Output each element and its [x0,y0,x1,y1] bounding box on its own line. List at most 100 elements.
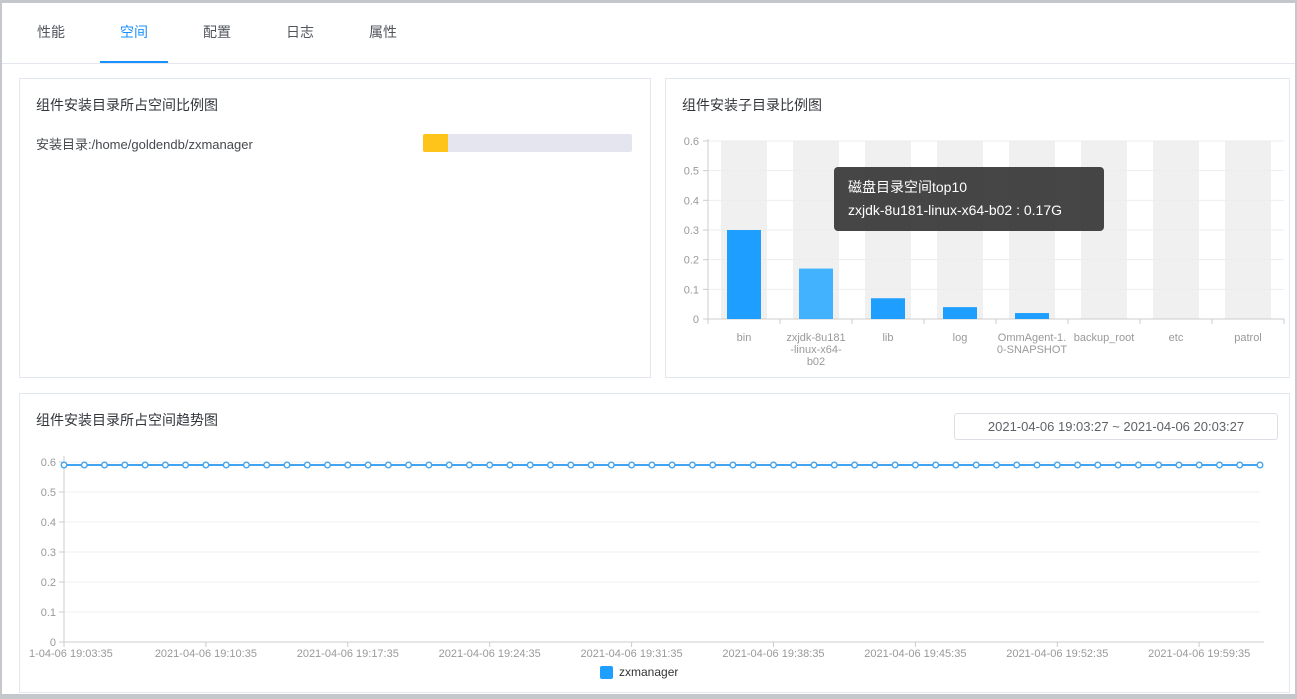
data-point-marker [405,461,413,469]
data-point-marker [445,461,453,469]
data-point-marker [161,461,169,469]
data-point-marker [1013,461,1021,469]
y-tick-label: 0.1 [41,607,56,619]
x-tick-label: 2021-04-06 19:38:35 [722,648,824,660]
data-point-marker [1195,461,1203,469]
data-point-marker [1215,461,1223,469]
data-point-marker [202,461,210,469]
x-category-label: lib [882,332,893,344]
trend-line-chart[interactable]: 00.10.20.30.40.50.61-04-06 19:03:35 2021-… [20,394,1290,693]
space-usage-progress-fill [423,134,449,152]
x-category-label: etc [1169,332,1184,344]
x-category-label: log [953,332,968,344]
data-point-marker [1074,461,1082,469]
subdir-bar-chart[interactable]: 0 0.1 0.2 0.3 0.4 0.5 0.6 bin zxjdk-8u181 -linux-… [666,79,1290,378]
legend-swatch [600,665,613,679]
bar [871,298,905,319]
data-point-marker [790,461,798,469]
tab-config[interactable]: 配置 [183,3,251,63]
y-tick-label: 0.6 [684,136,699,148]
data-point-marker [871,461,879,469]
data-point-marker [587,461,595,469]
data-point-marker [628,461,636,469]
x-category-label: patrol [1234,332,1262,344]
data-point-marker [830,461,838,469]
panel-space-trend: 组件安装目录所占空间趋势图 2021-04-06 19:03:27 ~ 2021… [19,393,1290,693]
data-point-marker [465,461,473,469]
data-point-marker [364,461,372,469]
data-point-marker [121,461,129,469]
data-point-marker [80,461,88,469]
x-tick-label: 1-04-06 19:03:35 [29,648,113,660]
x-category-label: bin [737,332,752,344]
app-page: 性能 空间 配置 日志 属性 组件安装目录所占空间比例图 安装目录:/home/… [2,3,1295,694]
data-point-marker [384,461,392,469]
panel-install-dir-ratio: 组件安装目录所占空间比例图 安装目录:/home/goldendb/zxmana… [19,78,651,378]
panel-title: 组件安装目录所占空间比例图 [36,97,218,113]
y-tick-label: 0.6 [41,457,56,469]
bar [943,307,977,319]
data-point-marker [1033,461,1041,469]
x-tick-label: 2021-04-06 19:17:35 [297,648,399,660]
data-point-marker [932,461,940,469]
data-point-marker [1053,461,1061,469]
data-point-marker [911,461,919,469]
y-tick-label: 0.3 [41,547,56,559]
y-tick-label: 0.5 [41,487,56,499]
data-point-marker [100,461,108,469]
data-point-marker [668,461,676,469]
data-point-marker [851,461,859,469]
x-category-label: zxjdk-8u181 -linux-x64-b02 [786,332,845,368]
install-dir-label: 安装目录:/home/goldendb/zxmanager [36,136,253,152]
data-point-marker [1256,461,1264,469]
y-tick-label: 0.2 [41,577,56,589]
data-point-marker [972,461,980,469]
data-point-marker [648,461,656,469]
bar [1015,313,1049,319]
data-point-marker [1175,461,1183,469]
y-tick-label: 0.4 [41,517,56,529]
space-usage-progressbar [423,134,632,152]
x-tick-label: 2021-04-06 19:24:35 [439,648,541,660]
data-point-marker [425,461,433,469]
data-point-marker [506,461,514,469]
x-tick-label: 2021-04-06 19:52:35 [1006,648,1108,660]
y-tick-label: 0.3 [684,225,699,237]
data-point-marker [182,461,190,469]
data-point-marker [222,461,230,469]
tab-performance[interactable]: 性能 [17,3,85,63]
bar [727,230,761,319]
data-point-marker [242,461,250,469]
x-tick-label: 2021-04-06 19:59:35 [1148,648,1250,660]
data-point-marker [993,461,1001,469]
x-tick-label: 2021-04-06 19:45:35 [864,648,966,660]
data-point-marker [263,461,271,469]
y-tick-label: 0.5 [684,166,699,178]
data-point-marker [486,461,494,469]
data-point-marker [952,461,960,469]
data-point-marker [344,461,352,469]
data-point-marker [810,461,818,469]
install-dir-row: 安装目录:/home/goldendb/zxmanager [36,134,632,152]
x-category-label: backup_root [1074,332,1135,344]
data-point-marker [729,461,737,469]
data-point-marker [141,461,149,469]
tab-properties[interactable]: 属性 [349,3,417,63]
legend-label: zxmanager [619,665,679,679]
data-point-marker [709,461,717,469]
tab-space[interactable]: 空间 [100,3,168,63]
data-point-marker [547,461,555,469]
x-tick-label: 2021-04-06 19:31:35 [581,648,683,660]
data-point-marker [749,461,757,469]
data-point-marker [1236,461,1244,469]
y-tick-label: 0.2 [684,255,699,267]
data-point-marker [283,461,291,469]
chart-legend[interactable]: zxmanager [600,665,678,679]
data-point-marker [1114,461,1122,469]
data-point-marker [567,461,575,469]
data-point-marker [607,461,615,469]
x-category-label: OmmAgent-1. 0-SNAPSHOT [997,332,1068,356]
x-tick-label: 2021-04-06 19:10:35 [155,648,257,660]
tab-logs[interactable]: 日志 [266,3,334,63]
data-point-marker [303,461,311,469]
